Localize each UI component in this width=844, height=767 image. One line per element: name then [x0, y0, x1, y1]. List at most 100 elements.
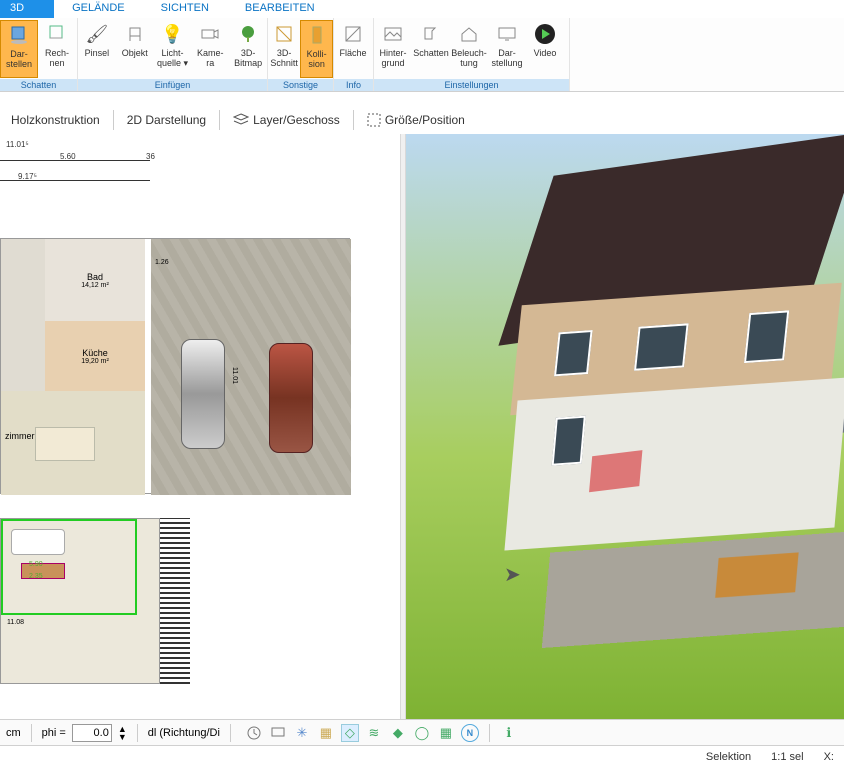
room-kueche: Küche 19,20 m² [45, 321, 145, 391]
tree-icon [236, 22, 260, 46]
ribbon-video[interactable]: Video [526, 20, 564, 78]
ribbon: Dar- stellen Rech- nen Schatten 🖌 Pinsel… [0, 18, 844, 92]
tab-gelaende[interactable]: GELÄNDE [54, 0, 143, 18]
tab-bearbeiten[interactable]: BEARBEITEN [227, 0, 333, 18]
status-selektion: Selektion [706, 751, 751, 763]
picture-icon [381, 22, 405, 46]
ribbon-label: Hinter- grund [379, 48, 406, 68]
ribbon-label: Schatten [413, 48, 449, 58]
btn-holzkonstruktion[interactable]: Holzkonstruktion [2, 108, 109, 132]
tab-sichten[interactable]: SICHTEN [143, 0, 227, 18]
ribbon-3dbitmap[interactable]: 3D- Bitmap [229, 20, 267, 78]
room-area: 19,20 m² [81, 358, 109, 365]
awning-icon [589, 450, 642, 492]
ribbon-label: Objekt [122, 48, 148, 58]
ribbon-darstellung[interactable]: Dar- stellung [488, 20, 526, 78]
connect-icon[interactable]: ✳ [293, 724, 311, 742]
phi-label: phi = [42, 727, 66, 739]
ribbon-label: Fläche [339, 48, 366, 58]
dim-label: 11.01⁵ [6, 140, 29, 149]
ribbon-label: 3D- Bitmap [234, 48, 262, 68]
dim-label: 36 [146, 152, 155, 161]
table-icon [35, 427, 95, 461]
ribbon-label: Pinsel [85, 48, 110, 58]
ribbon-kamera[interactable]: Kame- ra [191, 20, 229, 78]
ribbon-darstellen[interactable]: Dar- stellen [0, 20, 38, 78]
car-red [269, 343, 313, 453]
ribbon-rechnen[interactable]: Rech- nen [38, 20, 76, 78]
lightbulb-icon: 💡 [160, 22, 184, 46]
info-icon[interactable]: ℹ [500, 724, 518, 742]
monitor-icon [495, 22, 519, 46]
grid-icon[interactable]: ▦ [437, 724, 455, 742]
cube-shadow-icon [7, 23, 31, 47]
btn-layer-geschoss[interactable]: Layer/Geschoss [224, 108, 349, 132]
ribbon-lichtquelle[interactable]: 💡 Licht- quelle ▾ [154, 20, 192, 78]
floorplan-pane[interactable]: 11.01⁵ 5.60 36 9.17⁵ Bad 14,12 m² Küche … [0, 134, 400, 719]
floorplan-lower: 5.90 2.35 11.08 [0, 518, 160, 684]
ribbon-objekt[interactable]: Objekt [116, 20, 154, 78]
3d-viewport[interactable]: ➤ [406, 134, 844, 719]
layers-icon[interactable]: ▦ [317, 724, 335, 742]
camera-icon [198, 22, 222, 46]
car-white [181, 339, 225, 449]
snap-layers-icon[interactable]: ≋ [365, 724, 383, 742]
room-bad: Bad 14,12 m² [45, 239, 145, 321]
btn-groesse-position[interactable]: Größe/Position [358, 108, 474, 132]
window-icon [554, 330, 593, 376]
bottom-toolbar: cm phi = ▲▼ dl (Richtung/Di ✳ ▦ ◇ ≋ ◆ ◯ … [0, 719, 844, 745]
separator [353, 110, 354, 130]
house-lower-wall [504, 377, 844, 550]
monitor-icon[interactable] [269, 724, 287, 742]
btn-2d-darstellung[interactable]: 2D Darstellung [118, 108, 215, 132]
dim-label: 11.08 [7, 619, 24, 626]
grass-strip [160, 518, 190, 684]
play-icon [533, 22, 557, 46]
phi-input[interactable] [72, 724, 112, 742]
separator [219, 110, 220, 130]
room-area: 14,12 m² [81, 282, 109, 289]
layers-icon [233, 113, 249, 127]
ribbon-label: Video [534, 48, 557, 58]
circle-icon[interactable]: ◯ [413, 724, 431, 742]
cursor-icon: ➤ [504, 562, 521, 587]
ribbon-flaeche[interactable]: Fläche [334, 20, 372, 78]
ribbon-pinsel[interactable]: 🖌 Pinsel [78, 20, 116, 78]
snap-plane-icon[interactable]: ◇ [341, 724, 359, 742]
clock-icon[interactable] [245, 724, 263, 742]
separator [113, 110, 114, 130]
tab-3d[interactable]: 3D [0, 0, 54, 18]
floorplan-main: Bad 14,12 m² Küche 19,20 m² zimmer 1.26 … [0, 238, 350, 494]
window-icon [744, 310, 789, 363]
stepper-icon[interactable]: ▲▼ [118, 725, 127, 741]
ribbon-hintergrund[interactable]: Hinter- grund [374, 20, 412, 78]
ribbon-label: Licht- quelle ▾ [157, 48, 188, 68]
ribbon-3dschnitt[interactable]: 3D- Schnitt [268, 20, 300, 78]
snap-diamond-icon[interactable]: ◆ [389, 724, 407, 742]
sofa-icon [11, 529, 65, 555]
chair-icon [123, 22, 147, 46]
plan-dimensions: 11.01⁵ 5.60 36 9.17⁵ [0, 134, 400, 194]
ribbon-beleuchtung[interactable]: Beleuch- tung [450, 20, 488, 78]
brush-icon: 🖌 [85, 22, 109, 46]
ribbon-label: 3D- Schnitt [270, 48, 298, 68]
room-name: zimmer [5, 431, 35, 441]
room-name: Küche [82, 348, 108, 358]
dim-label: 1.26 [155, 259, 169, 266]
btn-label: Größe/Position [385, 113, 465, 127]
ribbon-label: Kame- ra [197, 48, 224, 68]
outdoor-table-icon [715, 552, 798, 597]
ribbon-label: Dar- stellung [491, 48, 522, 68]
house-3d [486, 164, 836, 624]
ribbon-group-einstellungen: Einstellungen [374, 79, 569, 91]
ribbon-schatten[interactable]: Schatten [412, 20, 450, 78]
separator [31, 724, 32, 742]
ribbon-kollision[interactable]: Kolli- sion [300, 20, 333, 78]
ribbon-group-einfuegen: Einfügen [78, 79, 267, 91]
ribbon-label: Dar- stellen [6, 49, 32, 69]
unit-label: cm [6, 727, 21, 739]
separator [230, 724, 231, 742]
menu-tabs: 3D GELÄNDE SICHTEN BEARBEITEN [0, 0, 844, 18]
ribbon-label: Kolli- sion [307, 49, 327, 69]
north-icon[interactable]: N [461, 724, 479, 742]
